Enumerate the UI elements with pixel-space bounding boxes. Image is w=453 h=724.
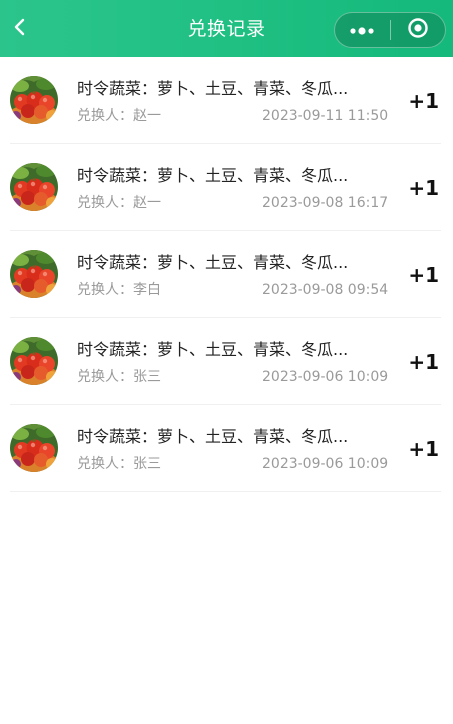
quantity-badge: +1 <box>408 89 439 113</box>
exchange-time: 2023-09-08 16:17 <box>262 195 389 211</box>
list-item[interactable]: 时令蔬菜：萝卜、土豆、青菜、冬瓜... 兑换人：赵一 2023-09-11 11… <box>10 57 441 144</box>
quantity-badge: +1 <box>408 350 439 374</box>
exchanger-name: 兑换人：赵一 <box>77 195 161 211</box>
exchanger-name: 兑换人：李白 <box>77 282 161 298</box>
item-title: 时令蔬菜：萝卜、土豆、青菜、冬瓜... <box>77 253 349 272</box>
item-title: 时令蔬菜：萝卜、土豆、青菜、冬瓜... <box>77 166 349 185</box>
exchange-record-list: 时令蔬菜：萝卜、土豆、青菜、冬瓜... 兑换人：赵一 2023-09-11 11… <box>0 57 453 492</box>
item-title: 时令蔬菜：萝卜、土豆、青菜、冬瓜... <box>77 427 349 446</box>
quantity-badge: +1 <box>408 176 439 200</box>
exchanger-name: 兑换人：张三 <box>77 456 161 472</box>
mini-program-capsule <box>334 12 446 48</box>
more-menu-button[interactable] <box>335 13 390 47</box>
exchanger-name: 兑换人：赵一 <box>77 108 161 124</box>
quantity-badge: +1 <box>408 263 439 287</box>
target-circle-icon <box>407 17 429 43</box>
vegetable-thumbnail <box>10 250 58 298</box>
nav-bar: 兑换记录 <box>0 0 453 57</box>
vegetable-thumbnail <box>10 76 58 124</box>
exchanger-name: 兑换人：张三 <box>77 369 161 385</box>
quantity-badge: +1 <box>408 437 439 461</box>
list-item[interactable]: 时令蔬菜：萝卜、土豆、青菜、冬瓜... 兑换人：张三 2023-09-06 10… <box>10 405 441 492</box>
exchange-time: 2023-09-11 11:50 <box>262 108 389 124</box>
more-dots-icon <box>349 21 375 40</box>
close-mini-program-button[interactable] <box>390 13 445 47</box>
exchange-time: 2023-09-06 10:09 <box>262 369 389 385</box>
exchange-time: 2023-09-08 09:54 <box>262 282 389 298</box>
vegetable-thumbnail <box>10 163 58 211</box>
vegetable-thumbnail <box>10 337 58 385</box>
list-item[interactable]: 时令蔬菜：萝卜、土豆、青菜、冬瓜... 兑换人：赵一 2023-09-08 16… <box>10 144 441 231</box>
list-item[interactable]: 时令蔬菜：萝卜、土豆、青菜、冬瓜... 兑换人：张三 2023-09-06 10… <box>10 318 441 405</box>
list-item[interactable]: 时令蔬菜：萝卜、土豆、青菜、冬瓜... 兑换人：李白 2023-09-08 09… <box>10 231 441 318</box>
item-title: 时令蔬菜：萝卜、土豆、青菜、冬瓜... <box>77 79 349 98</box>
vegetable-thumbnail <box>10 424 58 472</box>
exchange-time: 2023-09-06 10:09 <box>262 456 389 472</box>
item-title: 时令蔬菜：萝卜、土豆、青菜、冬瓜... <box>77 340 349 359</box>
